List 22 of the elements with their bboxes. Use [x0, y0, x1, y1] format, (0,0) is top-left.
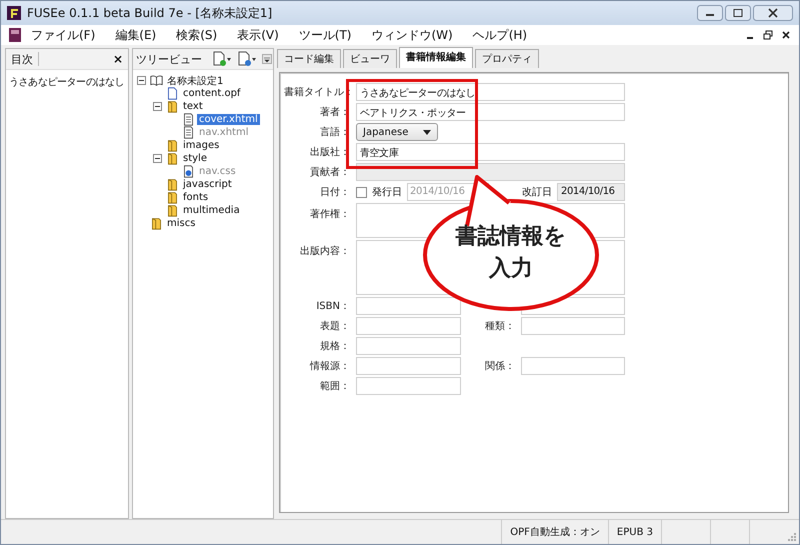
field-label: 情報源： — [308, 360, 350, 373]
pane-title: 目次 — [11, 52, 33, 66]
pane-title: ツリービュー — [136, 52, 202, 66]
field-label: 出版社： — [309, 146, 350, 159]
date-label: 発行日 — [372, 186, 402, 199]
field-label: 日付： — [319, 186, 350, 199]
window-title: FUSEe 0.1.1 beta Build 7e - [名称未設定1] — [27, 4, 274, 22]
field-label: 著者： — [319, 106, 350, 119]
date-label: 改訂日 — [522, 186, 552, 199]
field-label: ISBN： — [315, 300, 350, 313]
field-label: 出版内容： — [299, 244, 350, 258]
callout-text: 書誌情報を 入力 — [454, 223, 568, 283]
field-label: 種類： — [484, 320, 515, 333]
field-label: 規格： — [319, 340, 350, 353]
field-label: 著作権： — [309, 208, 350, 221]
field-label: 表題： — [319, 320, 350, 333]
status-text: EPUB 3 — [608, 520, 661, 544]
field-label: 言語： — [319, 126, 350, 139]
field-label: 貢献者： — [309, 166, 350, 179]
status-text: OPF自動生成：オン — [501, 520, 608, 544]
field-label: 範囲： — [319, 380, 350, 393]
field-label: 関係： — [484, 360, 515, 373]
